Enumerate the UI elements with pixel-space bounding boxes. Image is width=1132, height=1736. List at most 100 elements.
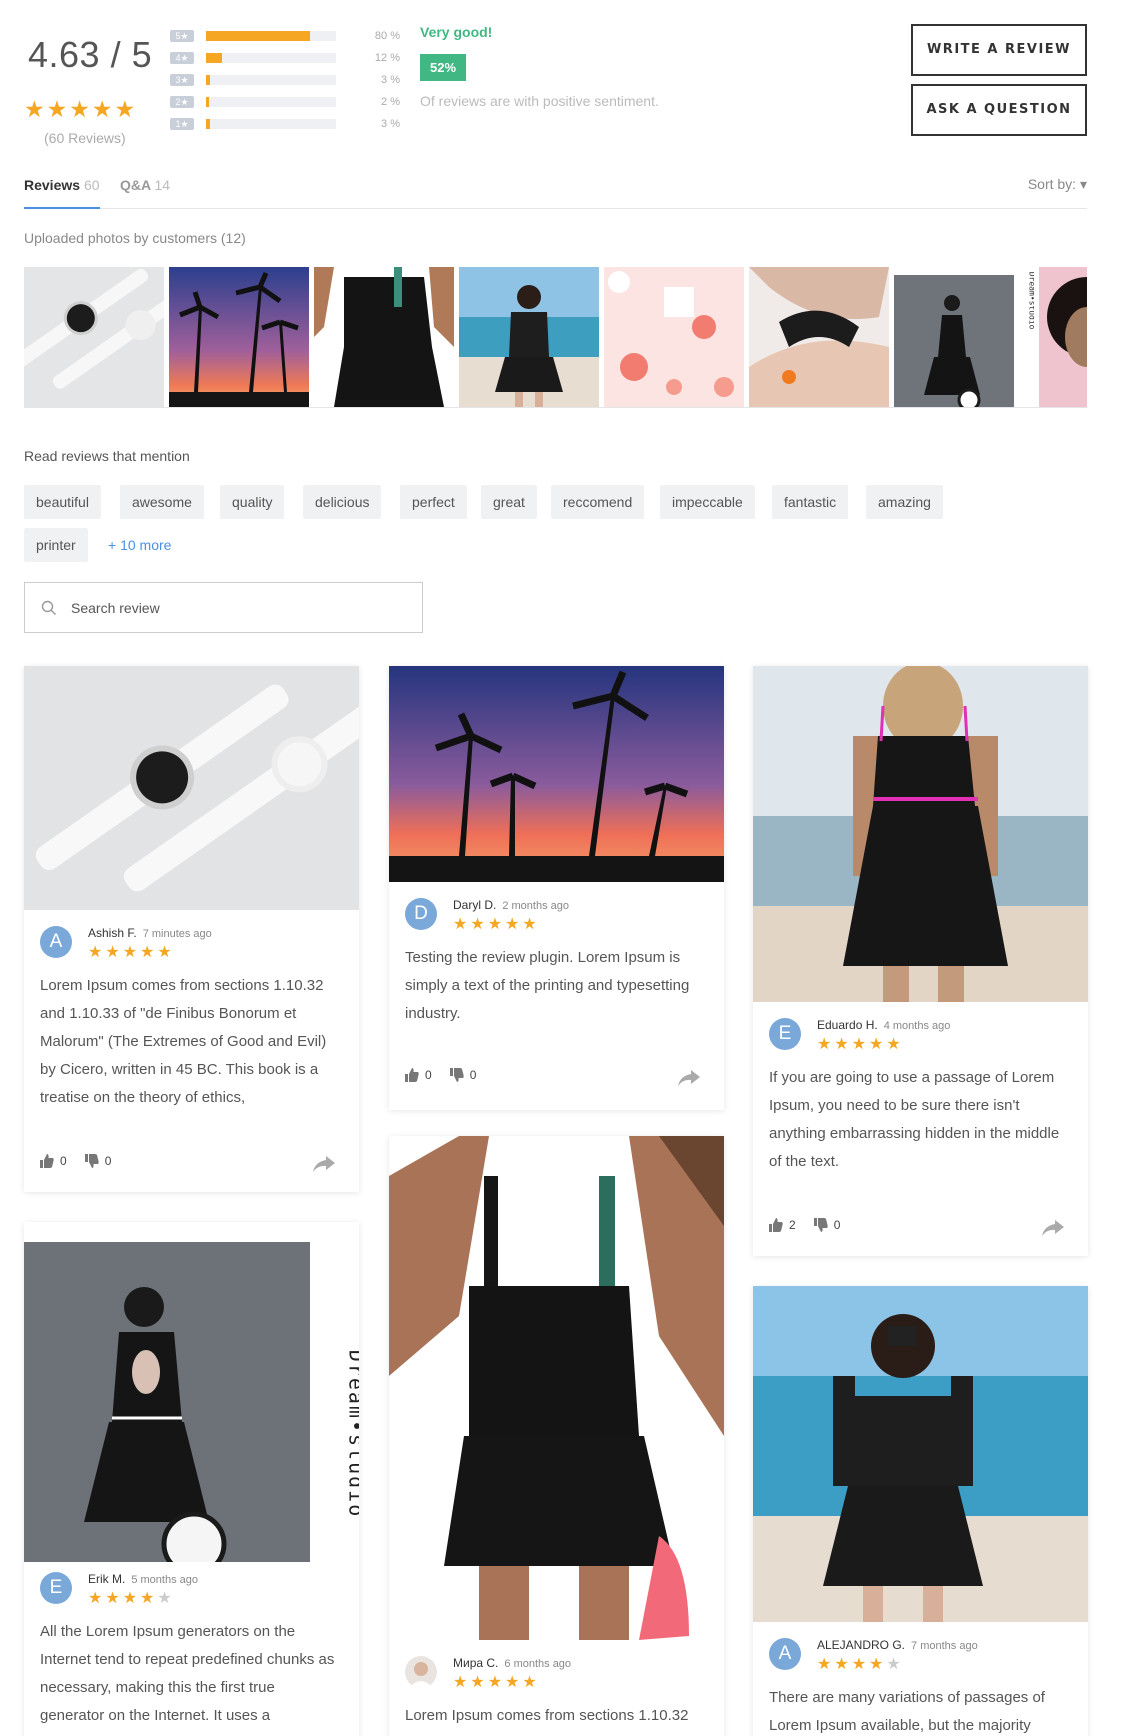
author-name: Мира С. [453,1656,499,1670]
review-votes: 0 0 [405,1068,494,1082]
rating-bar-track [206,97,336,107]
star-filled-icon: ★ [105,1590,123,1607]
photo-thumbnail-sleep-mask[interactable] [749,267,889,407]
review-author: Erik M. 5 months ago [88,1572,198,1586]
more-mentions-link[interactable]: + 10 more [108,528,171,562]
rating-bar-4[interactable]: 4★ 12 % [170,47,410,69]
rating-bar-label: 5★ [170,30,194,42]
customer-photo-strip: Dream•studio [24,267,1087,408]
dislike-button[interactable]: 0 [84,1154,111,1168]
ask-question-button[interactable]: ASK A QUESTION [911,84,1087,136]
photo-thumbnail-watch[interactable] [24,267,164,407]
star-filled-icon: ★ [470,916,488,933]
search-input[interactable] [71,583,411,632]
author-name: Eduardo H. [817,1018,878,1032]
average-stars: ★★★★★ [24,96,138,122]
tab-reviews[interactable]: Reviews 60 [24,176,100,209]
share-icon[interactable] [678,1070,700,1086]
review-time: 6 months ago [504,1658,572,1670]
mention-tag[interactable]: awesome [120,485,204,519]
star-filled-icon: ★ [487,916,506,933]
mention-tag[interactable]: beautiful [24,485,101,519]
photo-thumbnail-sunset[interactable] [169,267,309,407]
photo-watermark: Dream•studio [344,1349,359,1519]
photo-thumbnail-pattern[interactable] [604,267,744,407]
tab-reviews-label: Reviews [24,177,81,193]
sentiment-text: Of reviews are with positive sentiment. [420,93,659,109]
like-button[interactable]: 0 [40,1154,67,1168]
review-card: D Daryl D. 2 months ago ★★★★★ Testing the… [389,666,724,1110]
thumbs-down-icon [813,1218,828,1232]
review-text: Lorem Ipsum comes from sections 1.10.32 … [40,977,327,1106]
photo-thumbnail-dress[interactable] [314,267,454,407]
review-photo[interactable] [753,1286,1088,1622]
like-button[interactable]: 2 [769,1218,796,1232]
star-filled-icon: ★ [88,1590,106,1607]
sentiment-summary: Very good! 52% Of reviews are with posit… [420,24,659,109]
rating-bar-percent: 3 % [381,118,400,130]
write-review-button[interactable]: WRITE A REVIEW [911,24,1087,76]
star-filled-icon: ★ [834,1656,852,1673]
mention-tag[interactable]: amazing [866,485,943,519]
mention-tag[interactable]: perfect [400,485,467,519]
share-icon[interactable] [313,1156,335,1172]
mention-tag[interactable]: reccomend [551,485,645,519]
thumbs-up-icon [40,1154,54,1168]
avatar: D [405,898,437,930]
rating-bar-fill [206,31,310,41]
review-count: (60 Reviews) [44,130,126,146]
dislike-count: 0 [469,1068,477,1082]
rating-bar-fill [206,53,222,63]
author-name: Daryl D. [453,898,497,912]
dislike-button[interactable]: 0 [813,1218,840,1232]
rating-bar-2[interactable]: 2★ 2 % [170,91,410,113]
avatar: E [769,1018,801,1050]
review-card: E Eduardo H. 4 months ago ★★★★★ If you ar… [753,666,1088,1256]
review-card: Мира С. 6 months ago ★★★★★ Lorem Ipsum co… [389,1136,724,1736]
star-filled-icon: ★ [470,1674,488,1691]
review-photo[interactable] [389,666,724,882]
star-filled-icon: ★ [140,1590,158,1607]
star-filled-icon: ★ [505,1674,523,1691]
photo-thumbnail-portrait[interactable] [1039,267,1087,407]
review-photo[interactable] [753,666,1088,1002]
star-filled-icon: ★ [869,1036,887,1053]
mention-tag[interactable]: quality [220,485,285,519]
photo-thumbnail-beach[interactable] [459,267,599,407]
review-photo[interactable]: Dream•studio [24,1222,359,1562]
like-count: 0 [425,1068,432,1082]
rating-bar-fill [206,97,209,107]
sort-dropdown[interactable]: Sort by: ▾ [1028,176,1087,193]
rating-bar-1[interactable]: 1★ 3 % [170,113,410,135]
mention-tag[interactable]: fantastic [772,485,849,519]
share-icon[interactable] [1042,1220,1064,1236]
rating-bar-track [206,75,336,85]
review-card: A Ashish F. 7 minutes ago ★★★★★ Lorem Ips… [24,666,359,1192]
rating-bar-percent: 2 % [381,96,400,108]
review-text: All the Lorem Ipsum generators on the In… [40,1623,335,1724]
mention-tag[interactable]: printer [24,528,88,562]
review-photo[interactable] [389,1136,724,1640]
rating-bar-label: 1★ [170,118,194,130]
review-time: 4 months ago [883,1020,951,1032]
mention-tag[interactable]: impeccable [660,485,755,519]
mention-tag[interactable]: delicious [303,485,382,519]
like-button[interactable]: 0 [405,1068,432,1082]
search-icon [41,600,56,615]
star-filled-icon: ★ [851,1036,870,1053]
star-filled-icon: ★ [522,916,540,933]
dislike-button[interactable]: 0 [449,1068,477,1082]
thumbs-down-icon [449,1068,464,1082]
photos-title: Uploaded photos by customers (12) [24,230,246,246]
star-filled-icon: ★ [886,1036,904,1053]
review-photo[interactable] [24,666,359,910]
review-stars: ★★★★★ [453,1672,540,1692]
tab-qa[interactable]: Q&A 14 [120,176,170,209]
review-time: 5 months ago [131,1574,198,1586]
rating-bar-5[interactable]: 5★ 80 % [170,25,410,47]
tab-qa-label: Q&A [120,177,151,193]
mention-tag[interactable]: great [481,485,537,519]
author-name: Erik M. [88,1572,126,1586]
photo-thumbnail-dream-studio[interactable]: Dream•studio [894,267,1034,407]
rating-bar-3[interactable]: 3★ 3 % [170,69,410,91]
